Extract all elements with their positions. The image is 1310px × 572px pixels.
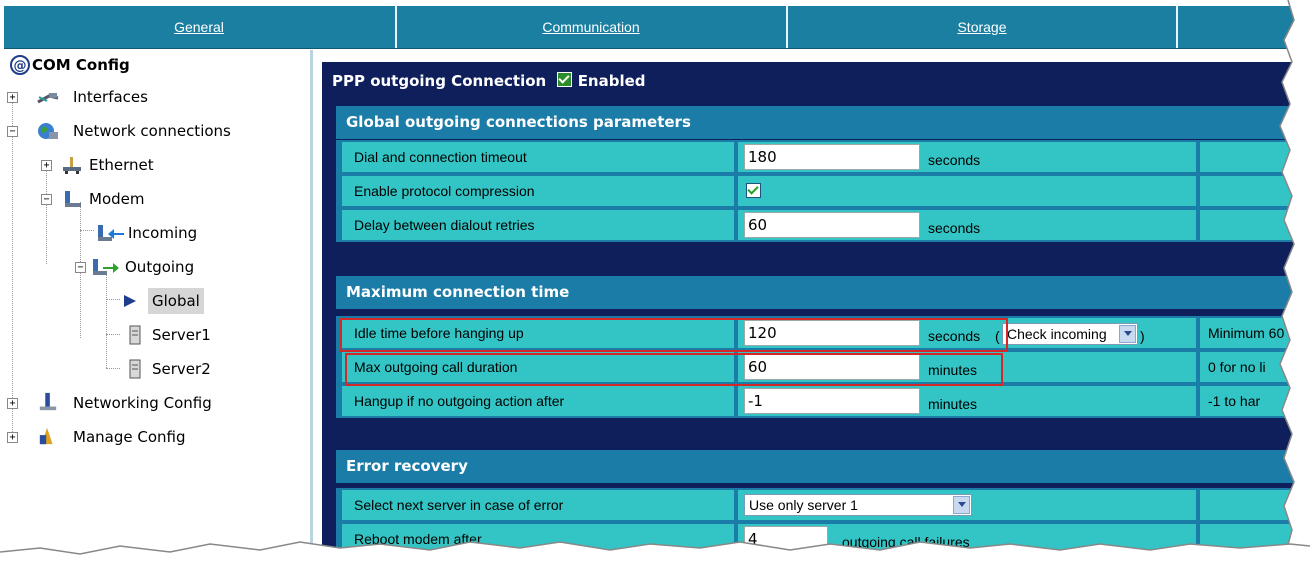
enabled-label: Enabled xyxy=(577,72,646,90)
tree-item-incoming[interactable]: Incoming xyxy=(92,220,302,246)
tree-item-label: Modem xyxy=(89,190,145,208)
select-value: Use only server 1 xyxy=(749,497,858,513)
paren-close: ) xyxy=(1140,328,1145,344)
row-hangup-no-action: Hangup if no outgoing action after -1 mi… xyxy=(336,384,1310,418)
tree-item-ethernet[interactable]: + Ethernet xyxy=(41,152,301,178)
row-label: Hangup if no outgoing action after xyxy=(342,386,734,416)
tab-divider xyxy=(1176,6,1178,48)
network-cable-icon xyxy=(37,93,59,104)
tree-item-label: Incoming xyxy=(128,224,198,242)
tree-item-label: Interfaces xyxy=(73,88,148,106)
row-label: Enable protocol compression xyxy=(342,176,734,206)
modem-icon xyxy=(65,191,81,207)
tree-connector xyxy=(106,299,120,300)
tree-item-label: Global xyxy=(148,288,204,314)
panel-title: PPP outgoing Connection Enabled xyxy=(332,72,646,90)
row-value-cell xyxy=(738,176,1196,206)
row-dial-timeout: Dial and connection timeout 180 seconds xyxy=(336,140,1310,174)
expand-icon[interactable]: + xyxy=(7,432,18,443)
retry-delay-input[interactable]: 60 xyxy=(744,212,920,238)
tree-connector xyxy=(12,98,13,438)
check-incoming-select[interactable]: Check incoming xyxy=(1002,323,1138,345)
config-tree: @ COM Config + Interfaces − Network conn… xyxy=(4,50,313,572)
enabled-checkbox[interactable] xyxy=(557,72,573,87)
tree-connector xyxy=(106,334,120,335)
highlight-box xyxy=(345,353,1003,386)
panel-title-text: PPP outgoing Connection xyxy=(332,72,547,90)
expand-icon[interactable]: + xyxy=(7,398,18,409)
row-label: Delay between dialout retries xyxy=(342,210,734,240)
server-icon xyxy=(129,359,141,379)
at-sign-icon: @ xyxy=(10,55,30,75)
svg-text:@: @ xyxy=(14,59,27,74)
row-retry-delay: Delay between dialout retries 60 seconds xyxy=(336,208,1310,242)
collapse-icon[interactable]: − xyxy=(41,194,52,205)
top-navigation-bar: General Communication Storage xyxy=(4,6,1310,49)
unit-label: minutes xyxy=(928,396,978,412)
networking-config-icon xyxy=(39,392,57,411)
collapse-icon[interactable]: − xyxy=(75,262,86,273)
row-label: Select next server in case of error xyxy=(342,490,734,520)
row-value-cell: -1 minutes xyxy=(738,386,1196,416)
incoming-arrow-icon xyxy=(98,225,124,241)
server-icon xyxy=(129,325,141,345)
select-value: Check incoming xyxy=(1007,326,1107,342)
section-header-global: Global outgoing connections parameters xyxy=(336,106,1310,139)
compression-checkbox[interactable] xyxy=(746,183,761,198)
expand-icon[interactable]: + xyxy=(7,92,18,103)
highlight-box xyxy=(340,318,1008,352)
row-label: Dial and connection timeout xyxy=(342,142,734,172)
chevron-down-icon[interactable] xyxy=(1119,325,1136,343)
unit-label: seconds xyxy=(928,152,981,168)
next-server-select[interactable]: Use only server 1 xyxy=(744,494,972,516)
collapse-icon[interactable]: − xyxy=(7,126,18,137)
tree-item-global[interactable]: Global xyxy=(122,288,302,314)
tree-item-label: Manage Config xyxy=(73,428,186,446)
unit-label: seconds xyxy=(928,220,981,236)
tree-connector xyxy=(46,168,47,264)
row-next-server: Select next server in case of error Use … xyxy=(336,488,1310,522)
tree-connector xyxy=(106,368,120,369)
tree-item-server2[interactable]: Server2 xyxy=(122,356,302,382)
globe-network-icon xyxy=(38,123,58,139)
torn-edge-bottom xyxy=(0,541,1310,572)
tree-item-modem[interactable]: − Modem xyxy=(41,186,301,212)
torn-edge-right xyxy=(1279,0,1310,572)
expand-icon[interactable]: + xyxy=(41,160,52,171)
tree-item-interfaces[interactable]: + Interfaces xyxy=(7,84,307,110)
tree-item-label: Server1 xyxy=(152,326,211,344)
chevron-down-icon[interactable] xyxy=(953,496,970,514)
tree-connector xyxy=(106,272,107,368)
row-compression: Enable protocol compression xyxy=(336,174,1310,208)
row-value-cell: 60 seconds xyxy=(738,210,1196,240)
section-header-max-time: Maximum connection time xyxy=(336,276,1310,309)
hangup-no-action-input[interactable]: -1 xyxy=(744,388,920,414)
tab-storage[interactable]: Storage xyxy=(788,6,1176,48)
tree-item-label: Network connections xyxy=(73,122,231,140)
tree-item-network-connections[interactable]: − Network connections xyxy=(7,118,307,144)
tree-item-manage-config[interactable]: + Manage Config xyxy=(7,424,307,450)
tree-item-outgoing[interactable]: − Outgoing xyxy=(75,254,303,280)
row-value-cell: Use only server 1 xyxy=(738,490,1196,520)
tree-item-label: Networking Config xyxy=(73,394,212,412)
outgoing-arrow-icon xyxy=(93,259,119,275)
dial-timeout-input[interactable]: 180 xyxy=(744,144,920,170)
manage-config-icon xyxy=(39,427,53,445)
tree-item-networking-config[interactable]: + Networking Config xyxy=(7,390,307,416)
section-header-error-recovery: Error recovery xyxy=(336,450,1310,483)
tree-item-label: Outgoing xyxy=(125,258,195,276)
row-value-cell: 180 seconds xyxy=(738,142,1196,172)
tab-general[interactable]: General xyxy=(4,6,394,48)
play-arrow-icon xyxy=(124,295,136,307)
tree-item-label: Ethernet xyxy=(89,156,154,174)
ethernet-icon xyxy=(63,157,81,174)
tree-item-server1[interactable]: Server1 xyxy=(122,322,302,348)
tree-item-label: Server2 xyxy=(152,360,211,378)
tree-root-label: COM Config xyxy=(32,56,130,74)
tab-communication[interactable]: Communication xyxy=(397,6,785,48)
ppp-outgoing-panel: PPP outgoing Connection Enabled Global o… xyxy=(322,62,1310,572)
